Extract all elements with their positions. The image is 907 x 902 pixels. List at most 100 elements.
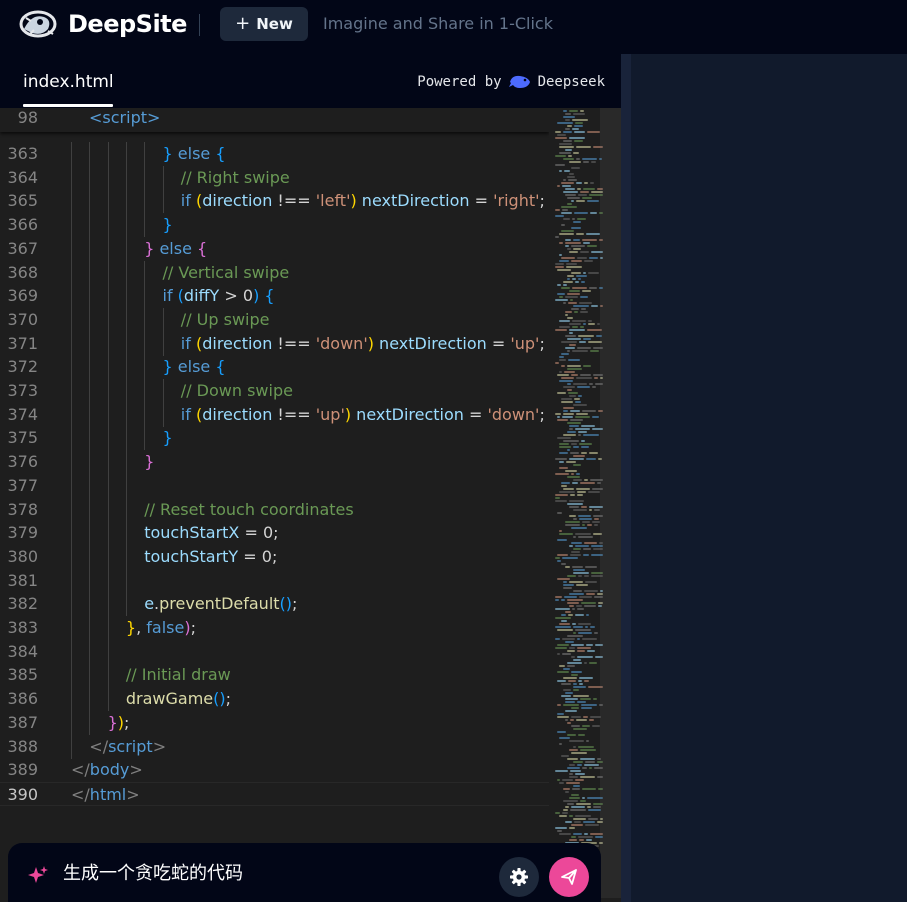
- indent-guide: [125, 236, 127, 261]
- code-line[interactable]: 382 e.preventDefault();: [0, 592, 549, 617]
- minimap-line: [593, 698, 597, 700]
- code-line[interactable]: 369 if (diffY > 0) {: [0, 284, 549, 309]
- line-number: 374: [7, 404, 38, 424]
- code-line[interactable]: 375}: [0, 426, 549, 451]
- minimap-line: [559, 833, 571, 835]
- new-button[interactable]: + New: [220, 7, 308, 41]
- minimap-line: [555, 812, 560, 814]
- minimap-line: [592, 386, 596, 388]
- indent-guide: [71, 189, 72, 214]
- code-line[interactable]: 380 touchStartY = 0;: [0, 544, 549, 569]
- minimap-line: [565, 698, 578, 700]
- code-line[interactable]: 385 // Initial draw: [0, 663, 549, 688]
- send-button[interactable]: [549, 857, 589, 897]
- indent-guide: [71, 284, 72, 309]
- code-area[interactable]: 98 <script> 363 } else { 364 // Right swipe…: [0, 108, 549, 902]
- code-line[interactable]: 386 drawGame();: [0, 687, 549, 712]
- minimap-line: [573, 536, 576, 538]
- code-line[interactable]: 387});: [0, 710, 549, 735]
- minimap-line: [571, 551, 580, 553]
- minimap-line: [557, 284, 561, 286]
- line-number: 363: [7, 144, 38, 163]
- code-line[interactable]: 371 if (direction !== 'down') nextDirecti…: [0, 331, 549, 356]
- minimap-line: [571, 308, 579, 310]
- preview-panel[interactable]: [621, 54, 907, 902]
- indent-guide: [107, 639, 109, 664]
- line-text: } else {: [162, 144, 226, 163]
- code-line[interactable]: 377: [0, 473, 549, 498]
- indent-guide: [125, 450, 127, 475]
- indent-guide: [71, 355, 72, 380]
- minimap-line: [571, 836, 576, 838]
- minimap-line: [594, 518, 599, 520]
- minimap-line: [567, 317, 573, 319]
- minimap-line: [563, 218, 570, 220]
- indent-guide: [125, 331, 127, 356]
- line-number: 364: [7, 167, 38, 187]
- code-line[interactable]: 389 </body>: [0, 758, 549, 782]
- minimap-line: [578, 536, 593, 538]
- code-line[interactable]: 365 if (direction !== 'left') nextDirecti…: [0, 189, 549, 214]
- minimap-line: [557, 680, 566, 682]
- minimap-line: [559, 146, 574, 148]
- line-number: 370: [7, 309, 38, 329]
- minimap-line: [570, 719, 574, 721]
- minimap-line: [557, 560, 561, 562]
- app-header: DeepSite + New Imagine and Share in 1-Cl…: [0, 0, 907, 54]
- code-line[interactable]: 376}: [0, 450, 549, 475]
- minimap-line: [561, 695, 571, 697]
- minimap-line: [566, 263, 577, 265]
- code-line[interactable]: 367} else {: [0, 236, 549, 261]
- minimap-line: [578, 395, 582, 397]
- minimap-line: [563, 131, 572, 133]
- code-line[interactable]: 379 touchStartX = 0;: [0, 521, 549, 546]
- gear-icon: [510, 868, 528, 886]
- code-line[interactable]: 381: [0, 568, 549, 593]
- minimap-line: [572, 278, 576, 280]
- code-line[interactable]: 390 </html>: [0, 781, 549, 806]
- line-number: 368: [7, 262, 38, 282]
- code-line[interactable]: 368 // Vertical swipe: [0, 260, 549, 285]
- minimap-line: [561, 563, 566, 565]
- indent-guide: [71, 544, 72, 569]
- minimap-line: [563, 179, 566, 181]
- minimap-line: [579, 839, 584, 841]
- minimap-line: [573, 572, 589, 574]
- indent-guide: [89, 260, 91, 285]
- minimap-line: [586, 593, 595, 595]
- tab-index-html[interactable]: index.html: [23, 71, 114, 93]
- prompt-input[interactable]: [63, 859, 483, 889]
- minimap-line: [568, 302, 577, 304]
- sticky-scroll-line[interactable]: 98 <script>: [0, 108, 549, 132]
- settings-button[interactable]: [499, 857, 539, 897]
- minimap-line: [587, 524, 592, 526]
- code-line[interactable]: 383}, false);: [0, 616, 549, 640]
- minimap-line: [578, 623, 591, 625]
- indent-guide: [89, 592, 91, 617]
- deepsite-logo-icon[interactable]: [18, 9, 58, 39]
- panel-resize-handle[interactable]: [621, 54, 631, 902]
- code-line[interactable]: 364 // Right swipe: [0, 165, 549, 190]
- minimap-line: [567, 602, 579, 604]
- minimap-line: [576, 605, 582, 607]
- code-line[interactable]: 366}: [0, 213, 549, 238]
- minimap-line: [588, 491, 600, 493]
- code-line[interactable]: 373 // Down swipe: [0, 379, 549, 403]
- code-line[interactable]: 370 // Up swipe: [0, 307, 549, 332]
- indent-guide: [89, 402, 91, 427]
- code-line[interactable]: 363 } else {: [0, 142, 549, 166]
- code-line[interactable]: 374 if (direction !== 'up') nextDirection…: [0, 402, 549, 427]
- line-number: 377: [7, 475, 38, 495]
- minimap-line: [563, 284, 567, 286]
- minimap-line: [583, 338, 591, 340]
- line-text: if (direction !== 'up') nextDirection = …: [180, 404, 545, 424]
- code-line[interactable]: 388 </script>: [0, 734, 549, 759]
- minimap-line: [566, 461, 576, 463]
- code-line[interactable]: 372} else {: [0, 355, 549, 380]
- indent-guide: [71, 426, 72, 451]
- code-line[interactable]: 378 // Reset touch coordinates: [0, 497, 549, 522]
- minimap-line: [586, 644, 593, 646]
- editor-scrollbar[interactable]: [600, 108, 621, 898]
- code-line[interactable]: 384: [0, 639, 549, 664]
- minimap-line: [557, 122, 573, 124]
